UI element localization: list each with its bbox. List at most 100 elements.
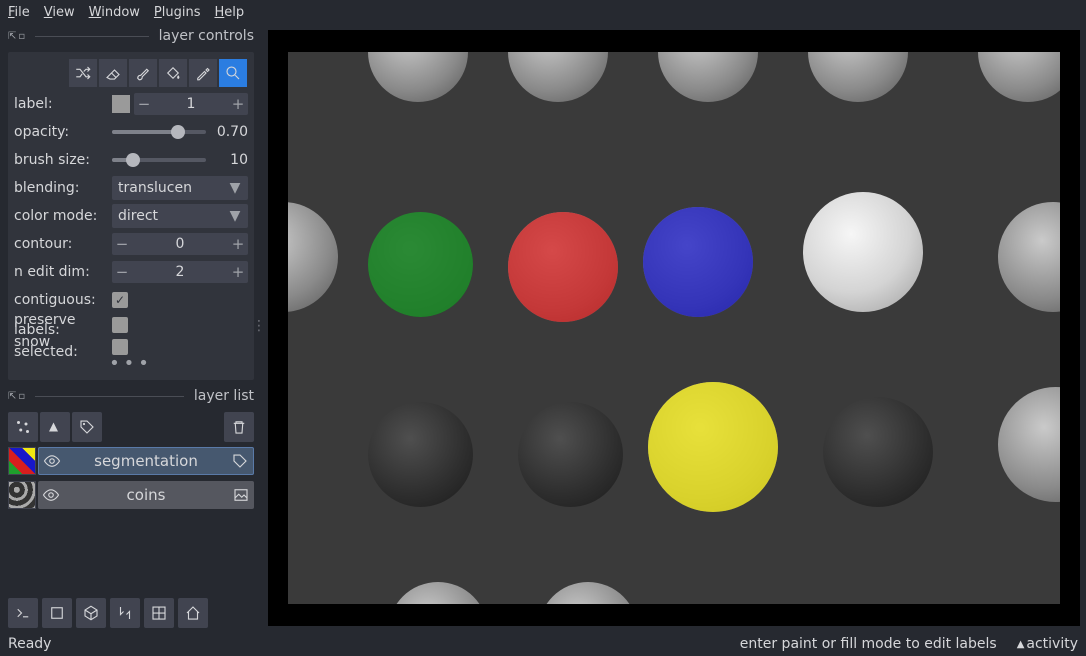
blending-label: blending: [14,180,106,196]
contour-decrement[interactable]: − [112,237,132,252]
segment-4 [648,382,778,512]
layer-item-coins[interactable]: coins [8,480,254,510]
opacity-slider[interactable] [112,130,206,134]
shuffle-colors-button[interactable] [68,58,98,88]
layer-list-title: layer list [194,388,254,404]
activity-button[interactable]: ▲ activity [1017,636,1078,652]
nedit-increment[interactable]: + [228,265,248,280]
expand-controls-button[interactable]: ••• [14,360,248,374]
new-points-layer-button[interactable] [8,412,38,442]
menu-file[interactable]: File [8,5,30,20]
contour-label: contour: [14,236,106,252]
nedit-value[interactable]: 2 [132,264,228,280]
viewer-buttons [8,598,208,628]
contiguous-checkbox[interactable] [112,292,128,308]
show-selected-label: show selected: [14,338,106,356]
points-icon [14,418,32,436]
visibility-icon[interactable] [42,486,60,504]
status-left: Ready [8,636,51,652]
undock-icon[interactable]: ⇱ [8,391,16,402]
cube-icon [82,604,100,622]
contour-increment[interactable]: + [228,237,248,252]
left-panel: ⇱ ▫ layer controls [0,24,262,632]
preserve-labels-label: preserve labels: [14,316,106,334]
menu-view[interactable]: View [44,5,75,20]
status-bar: Ready enter paint or fill mode to edit l… [0,632,1086,656]
color-picker-icon [194,64,212,82]
color-mode-combo[interactable]: direct ▼ [112,204,248,228]
label-label: label: [14,96,106,112]
paint-bucket-button[interactable] [158,58,188,88]
visibility-icon[interactable] [43,452,61,470]
grid-button[interactable] [144,598,174,628]
chevron-up-icon: ▲ [1017,639,1025,650]
roll-dims-button[interactable] [76,598,106,628]
layer-name[interactable]: coins [68,486,224,504]
layer-thumbnail [8,447,36,475]
brush-size-label: brush size: [14,152,106,168]
n-edit-dim-label: n edit dim: [14,264,106,280]
contour-spinbox[interactable]: − 0 + [112,233,248,255]
eraser-button[interactable] [98,58,128,88]
image-scene [288,52,1060,604]
segment-1 [368,212,473,317]
color-picker-button[interactable] [188,58,218,88]
close-panel-icon[interactable]: ▫ [18,391,25,402]
menu-help[interactable]: Help [215,5,245,20]
layer-list-header: ⇱ ▫ layer list [8,384,254,408]
panel-resize-handle[interactable]: ⋮ [252,324,266,328]
paintbrush-icon [134,64,152,82]
label-value[interactable]: 1 [154,96,228,112]
undock-icon[interactable]: ⇱ [8,31,16,42]
menu-window[interactable]: Window [89,5,140,20]
transpose-button[interactable] [110,598,140,628]
eraser-icon [104,64,122,82]
layer-item-segmentation[interactable]: segmentation [8,446,254,476]
console-icon [14,604,32,622]
brush-size-slider[interactable] [112,158,206,162]
layer-controls: label: − 1 + opacity: 0 [8,52,254,380]
label-decrement[interactable]: − [134,97,154,112]
shapes-icon [46,418,64,436]
home-button[interactable] [178,598,208,628]
status-message: enter paint or fill mode to edit labels [51,636,1016,652]
home-icon [184,604,202,622]
paint-bucket-icon [164,64,182,82]
opacity-value: 0.70 [212,124,248,140]
console-button[interactable] [8,598,38,628]
tag-icon [78,418,96,436]
menu-plugins[interactable]: Plugins [154,5,201,20]
pan-zoom-button[interactable] [218,58,248,88]
opacity-label: opacity: [14,124,106,140]
shuffle-icon [74,64,92,82]
brush-size-value: 10 [212,152,248,168]
color-mode-label: color mode: [14,208,106,224]
label-spinbox[interactable]: − 1 + [134,93,248,115]
grid-icon [150,604,168,622]
canvas[interactable] [268,30,1080,626]
ndisplay-button[interactable] [42,598,72,628]
preserve-labels-checkbox[interactable] [112,317,128,333]
paintbrush-button[interactable] [128,58,158,88]
layer-name[interactable]: segmentation [69,452,223,470]
delete-layer-button[interactable] [224,412,254,442]
chevron-down-icon: ▼ [228,181,242,195]
new-shapes-layer-button[interactable] [40,412,70,442]
layer-controls-title: layer controls [159,28,254,44]
transpose-icon [116,604,134,622]
new-labels-layer-button[interactable] [72,412,102,442]
segment-3 [643,207,753,317]
layer-thumbnail [8,481,36,509]
n-edit-dim-spinbox[interactable]: − 2 + [112,261,248,283]
blending-combo[interactable]: translucen ▼ [112,176,248,200]
magnifier-icon [224,64,242,82]
nedit-decrement[interactable]: − [112,265,132,280]
image-type-icon [232,486,250,504]
label-increment[interactable]: + [228,97,248,112]
contiguous-label: contiguous: [14,292,106,308]
label-color-swatch[interactable] [112,95,130,113]
trash-icon [230,418,248,436]
close-panel-icon[interactable]: ▫ [18,31,25,42]
chevron-down-icon: ▼ [228,209,242,223]
contour-value[interactable]: 0 [132,236,228,252]
